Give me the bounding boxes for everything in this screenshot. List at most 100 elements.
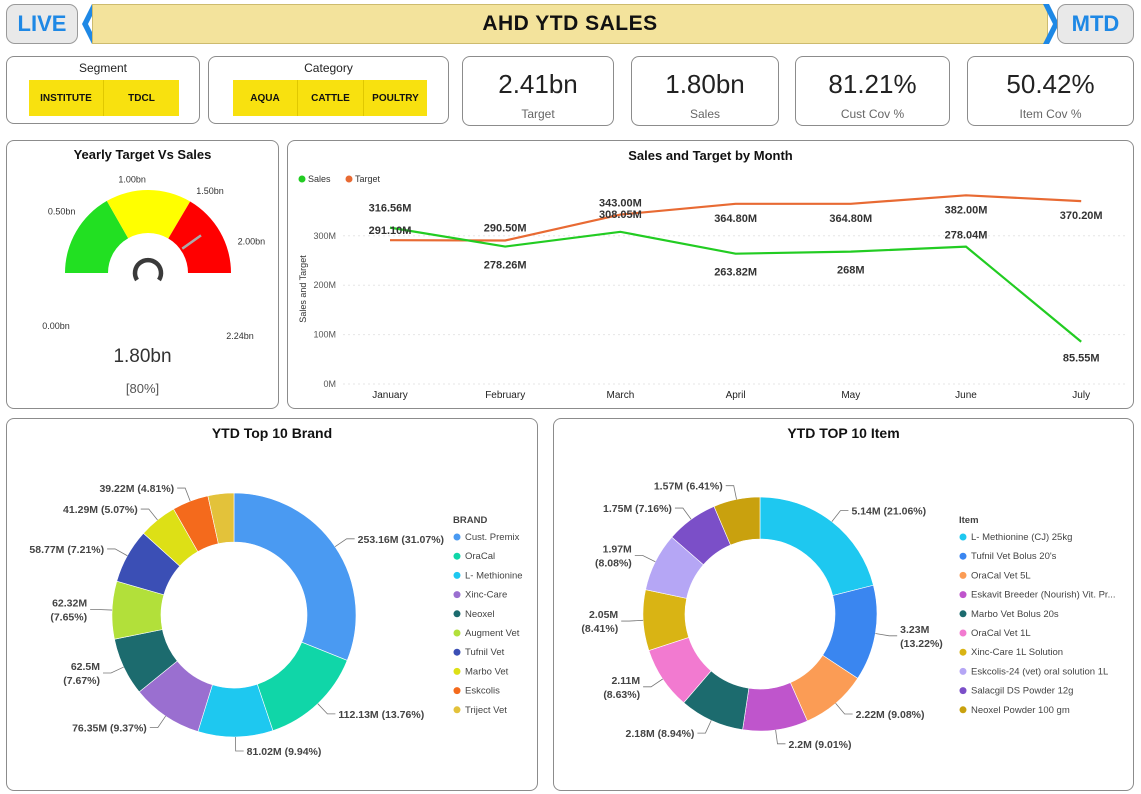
segment-slicer-title: Segment xyxy=(78,61,128,75)
sales-data-label: 278.26M xyxy=(484,260,527,272)
gauge-center-icon xyxy=(132,257,164,282)
legend-marker xyxy=(959,687,967,695)
slice-data-label: 2.18M (8.94%) xyxy=(626,728,695,740)
slice-data-label: 81.02M (9.94%) xyxy=(247,746,322,758)
leader-line xyxy=(725,485,737,500)
legend-marker xyxy=(959,591,967,599)
legend-marker-sales xyxy=(298,175,306,183)
legend-marker xyxy=(959,552,967,560)
legend-item-label: OraCal Vet 5L xyxy=(971,570,1031,581)
gauge-percent: [80%] xyxy=(125,381,160,396)
slice-data-label: 76.35M (9.37%) xyxy=(72,723,147,735)
target-data-label: 343.00M xyxy=(599,198,642,210)
legend-label-sales: Sales xyxy=(308,174,331,184)
kpi-value: 50.42% xyxy=(1006,69,1095,99)
kpi-label: Sales xyxy=(689,107,721,121)
legend-item-label: Augment Vet xyxy=(465,628,520,639)
legend-item-label: Xinc-Care 1L Solution xyxy=(971,647,1063,658)
sales-data-label: 85.55M xyxy=(1063,353,1100,365)
sales-data-label: 278.04M xyxy=(945,230,988,242)
segment-slicer: Segment INSTITUTE TDCL xyxy=(6,56,200,124)
slice-data-label: 1.75M (7.16%) xyxy=(603,503,672,515)
legend-marker xyxy=(959,667,967,675)
legend-marker xyxy=(959,610,967,618)
target-data-label: 291.10M xyxy=(369,225,412,237)
legend-marker xyxy=(959,533,967,541)
legend-item-label: L- Methionine xyxy=(465,570,523,581)
live-button[interactable]: LIVE xyxy=(6,4,78,44)
legend-marker xyxy=(959,648,967,656)
brand-donut-chart: 253.16M (31.07%) 112.13M (13.76%) 81.02M (… xyxy=(29,483,523,758)
kpi-label: Cust Cov % xyxy=(840,107,905,121)
legend-item-label: Eskavit Breeder (Nourish) Vit. Pr... xyxy=(971,590,1116,601)
sales-data-label: 316.56M xyxy=(369,203,412,215)
category-chip-poultry[interactable]: POULTRY xyxy=(363,80,427,116)
segment-chip-institute[interactable]: INSTITUTE xyxy=(29,80,103,116)
x-tick-label: May xyxy=(841,390,860,401)
legend-marker xyxy=(453,667,461,675)
category-chip-aqua[interactable]: AQUA xyxy=(233,80,297,116)
item-donut-card: YTD TOP 10 Item 5.14M (21.06%) 3.23M (13.2… xyxy=(553,418,1134,791)
legend-item-label: Neoxel xyxy=(465,609,495,620)
slice-data-label: 41.29M (5.07%) xyxy=(63,504,138,516)
x-tick-label: April xyxy=(726,390,746,401)
leader-line xyxy=(621,619,644,622)
y-axis-title: Sales and Target xyxy=(298,255,308,323)
y-tick-label: 0M xyxy=(323,379,336,389)
category-chip-cattle[interactable]: CATTLE xyxy=(297,80,363,116)
sales-data-label: 308.05M xyxy=(599,209,642,221)
slice-data-label: 39.22M (4.81%) xyxy=(99,483,174,495)
slice-data-label: 62.32M xyxy=(52,597,87,609)
legend-marker xyxy=(453,648,461,656)
legend-item-label: Salacgil DS Powder 12g xyxy=(971,686,1073,697)
y-tick-label: 300M xyxy=(313,231,336,241)
slice-data-label: 1.97M xyxy=(603,543,632,555)
legend-item-label: OraCal Vet 1L xyxy=(971,628,1031,639)
kpi-label: Target xyxy=(521,107,555,121)
legend-item-label: L- Methionine (CJ) 25kg xyxy=(971,532,1072,543)
item-donut-chart: 5.14M (21.06%) 3.23M (13.22%) 2.22M (9.08%)… xyxy=(581,481,1116,751)
leader-line xyxy=(140,508,158,521)
slice-data-label: 62.5M xyxy=(71,661,100,673)
donut-slice xyxy=(233,492,357,661)
page-title: AHD YTD SALES xyxy=(92,4,1048,44)
kpi-target-card: 2.41bn Target xyxy=(462,56,614,126)
leader-line xyxy=(235,736,244,752)
leader-line xyxy=(334,538,355,547)
x-tick-label: March xyxy=(607,390,635,401)
legend-item-label: Tufnil Vet Bolus 20's xyxy=(971,551,1057,562)
leader-line xyxy=(634,555,656,563)
gauge-tick-label: 2.00bn xyxy=(238,237,266,247)
slice-data-label: (8.08%) xyxy=(595,557,632,569)
legend-item-label: Eskcolis xyxy=(465,686,500,697)
x-tick-label: July xyxy=(1072,390,1090,401)
leader-line xyxy=(831,510,849,522)
kpi-value: 2.41bn xyxy=(498,69,578,99)
leader-line xyxy=(317,703,336,715)
slice-data-label: 2.05M xyxy=(589,609,618,621)
sales-data-label: 268M xyxy=(837,265,865,277)
legend-label-target: Target xyxy=(355,174,381,184)
legend-item-label: Tufnil Vet xyxy=(465,647,505,658)
slice-data-label: 112.13M (13.76%) xyxy=(338,709,424,721)
slice-data-label: (7.67%) xyxy=(63,675,100,687)
segment-chip-tdcl[interactable]: TDCL xyxy=(103,80,179,116)
leader-line xyxy=(90,609,113,611)
slice-data-label: 3.23M xyxy=(900,624,929,636)
mtd-button[interactable]: MTD xyxy=(1057,4,1134,44)
line-chart-card: Sales and Target by Month 0M 100M 200M 300M… xyxy=(287,140,1134,409)
slice-data-label: 2.11M xyxy=(611,675,640,687)
gauge-tick-label: 1.50bn xyxy=(196,186,224,196)
kpi-cust-cov-card: 81.21% Cust Cov % xyxy=(795,56,950,126)
leader-line xyxy=(835,703,853,715)
leader-line xyxy=(875,633,898,637)
leader-line xyxy=(177,487,191,502)
slice-data-label: 2.2M (9.01%) xyxy=(788,739,851,751)
slice-data-label: 58.77M (7.21%) xyxy=(29,544,104,556)
x-tick-label: February xyxy=(485,390,525,401)
legend-marker-target xyxy=(345,175,353,183)
legend-title: BRAND xyxy=(453,515,487,526)
legend-item-label: Triject Vet xyxy=(465,705,507,716)
gauge-tick-label: 0.00bn xyxy=(42,321,70,331)
gauge-tick-label: 2.24bn xyxy=(226,331,254,341)
